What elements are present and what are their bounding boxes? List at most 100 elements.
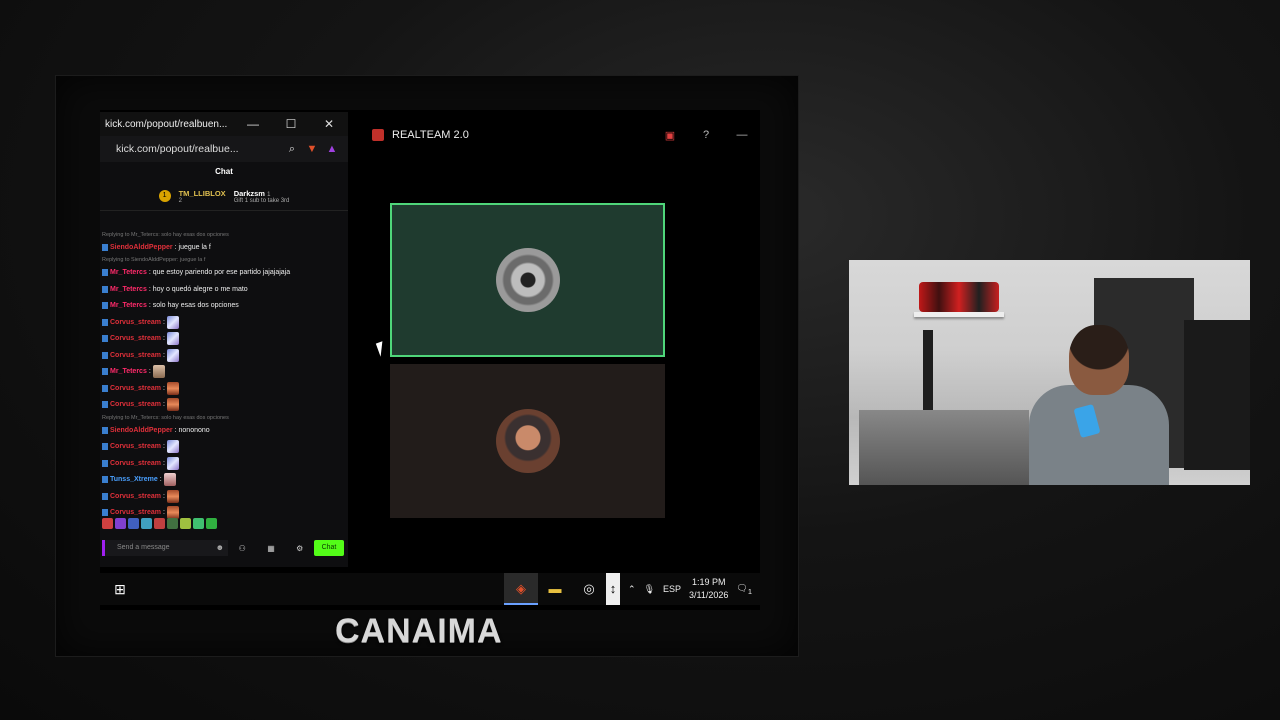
chat-message[interactable]: Mr_Tetercs: solo hay esas dos opciones [100, 298, 348, 315]
chat-header: Chat [215, 167, 233, 176]
chat-message[interactable]: Corvus_stream: [100, 455, 348, 472]
chat-username[interactable]: SiendoAlddPepper [110, 427, 173, 434]
language-indicator[interactable]: ESP [663, 584, 681, 594]
address-bar[interactable]: kick.com/popout/realbue... ⌕ ▼ ▲ [100, 136, 348, 162]
chat-message-text: : solo hay esas dos opciones [148, 302, 239, 310]
user-badge-icon [102, 492, 108, 500]
emote-flag-icon[interactable] [166, 348, 179, 362]
chat-input-placeholder: Send a message [117, 544, 170, 551]
microphone-icon[interactable]: 🎙 [644, 584, 655, 595]
emoji-icon[interactable]: ☻ [216, 540, 224, 556]
brave-shield-icon[interactable]: ▼ [302, 143, 322, 155]
emote-face-icon[interactable] [166, 398, 179, 412]
chat-message[interactable]: Corvus_stream: [100, 314, 348, 331]
chat-username[interactable]: Corvus_stream [110, 335, 161, 342]
emote-icon[interactable] [115, 518, 126, 529]
emote-cat-icon[interactable] [152, 365, 165, 379]
screen-share-icon[interactable]: ▣ [652, 129, 688, 142]
emote-face-icon[interactable] [166, 489, 179, 503]
leaderboard-user-2[interactable]: Darkzsm [234, 189, 265, 198]
chevron-up-icon[interactable]: ⌃ [628, 584, 636, 595]
chat-message[interactable]: Corvus_stream: [100, 488, 348, 505]
emote-icon[interactable] [193, 518, 204, 529]
emote-icon[interactable] [206, 518, 217, 529]
chat-username[interactable]: Mr_Tetercs [110, 269, 147, 276]
tools-icon[interactable]: ⚇ [239, 544, 246, 553]
brave-browser-icon[interactable]: ◈ [504, 573, 539, 605]
chat-message[interactable]: Mr_Tetercs: que estoy pariendo por ese p… [100, 265, 348, 282]
chat-username[interactable]: Corvus_stream [110, 443, 161, 450]
leaderboard-user-1[interactable]: TM_LLIBLOX [179, 189, 226, 198]
minimize-button[interactable]: — [724, 129, 760, 141]
maximize-button[interactable]: ☐ [272, 117, 310, 131]
chat-message-text: : [159, 476, 162, 484]
chat-message-text: : [162, 384, 165, 392]
chat-send-button[interactable]: Chat [314, 540, 344, 556]
url-text[interactable]: kick.com/popout/realbue... [116, 143, 282, 155]
emote-face-icon[interactable] [166, 381, 179, 395]
brave-rewards-icon[interactable]: ▲ [322, 143, 342, 155]
chat-message[interactable]: Corvus_stream: [100, 397, 348, 414]
emote-bar[interactable] [100, 518, 217, 532]
chat-username[interactable]: Tunss_Xtreme [110, 476, 158, 483]
user-badge-icon [102, 459, 108, 467]
reply-context[interactable]: Replying to Mr_Tetercs: solo hay esas do… [100, 413, 348, 422]
chat-username[interactable]: Corvus_stream [110, 401, 161, 408]
gear-icon[interactable]: ⚙ [296, 544, 303, 553]
zoom-icon[interactable]: ⌕ [282, 143, 302, 156]
chat-message[interactable]: Tunss_Xtreme: [100, 472, 348, 489]
windows-start-icon[interactable]: ⊞ [100, 581, 140, 598]
emote-icon[interactable] [141, 518, 152, 529]
gift-sub-prompt[interactable]: Gift 1 sub to take 3rd [234, 198, 290, 204]
chat-message-input[interactable]: Send a message ☻ [102, 540, 228, 556]
chat-message[interactable]: Mr_Tetercs: [100, 364, 348, 381]
file-explorer-icon[interactable]: ▬ [538, 573, 572, 605]
help-icon[interactable]: ? [688, 129, 724, 141]
chat-username[interactable]: Corvus_stream [110, 385, 161, 392]
chat-username[interactable]: Mr_Tetercs [110, 368, 147, 375]
chat-username[interactable]: SiendoAlddPepper [110, 244, 173, 251]
emote-flag-icon[interactable] [166, 332, 179, 346]
chat-username[interactable]: Corvus_stream [110, 493, 161, 500]
chat-username[interactable]: Corvus_stream [110, 319, 161, 326]
chat-message-list[interactable]: Replying to Mr_Tetercs: solo hay esas do… [100, 230, 348, 520]
chat-message[interactable]: SiendoAlddPepper: nononono [100, 422, 348, 439]
emote-icon[interactable] [102, 518, 113, 529]
chat-message[interactable]: Mr_Tetercs: hoy o quedó alegre o me mato [100, 281, 348, 298]
chat-message[interactable]: Corvus_stream: [100, 439, 348, 456]
chat-message-text: : que estoy pariendo por ese partido jaj… [148, 269, 291, 277]
chat-input-row: Send a message ☻ ⚇ ▦ ⚙ Chat [100, 537, 348, 559]
user-badge-icon [102, 302, 108, 310]
close-button[interactable]: ✕ [310, 117, 348, 131]
emote-flag-icon[interactable] [166, 440, 179, 454]
notification-icon[interactable]: 🗨1 [736, 583, 752, 596]
clock[interactable]: 1:19 PM 3/11/2026 [689, 576, 728, 602]
user-badge-icon [102, 401, 108, 409]
chat-message[interactable]: Corvus_stream: [100, 347, 348, 364]
chat-message[interactable]: SiendoAlddPepper: juegue la f [100, 239, 348, 256]
emote-icon[interactable] [128, 518, 139, 529]
chat-username[interactable]: Corvus_stream [110, 509, 161, 516]
chat-username[interactable]: Mr_Tetercs [110, 302, 147, 309]
obs-icon[interactable]: ◎ [572, 573, 606, 605]
reply-context[interactable]: Replying to SiendoAlddPepper: juegue la … [100, 256, 348, 265]
emote-icon[interactable] [180, 518, 191, 529]
chat-username[interactable]: Mr_Tetercs [110, 286, 147, 293]
participant-tile-speaking[interactable] [390, 203, 665, 357]
emote-pic-icon[interactable] [163, 473, 176, 487]
app-icon[interactable]: ↕ [606, 573, 621, 605]
chat-message[interactable]: Corvus_stream: [100, 331, 348, 348]
chat-username[interactable]: Corvus_stream [110, 352, 161, 359]
reply-context[interactable]: Replying to Mr_Tetercs: solo hay esas do… [100, 230, 348, 239]
emote-flag-icon[interactable] [166, 456, 179, 470]
leaderboard-count-1: 2 [178, 197, 182, 204]
participant-tile[interactable] [390, 364, 665, 518]
emote-flag-icon[interactable] [166, 315, 179, 329]
chat-message[interactable]: Corvus_stream: [100, 380, 348, 397]
chat-popout-window: kick.com/popout/realbuen... — ☐ ✕ kick.c… [100, 112, 348, 567]
minimize-button[interactable]: — [234, 117, 272, 131]
chat-username[interactable]: Corvus_stream [110, 460, 161, 467]
calendar-icon[interactable]: ▦ [267, 544, 275, 553]
emote-icon[interactable] [167, 518, 178, 529]
emote-icon[interactable] [154, 518, 165, 529]
